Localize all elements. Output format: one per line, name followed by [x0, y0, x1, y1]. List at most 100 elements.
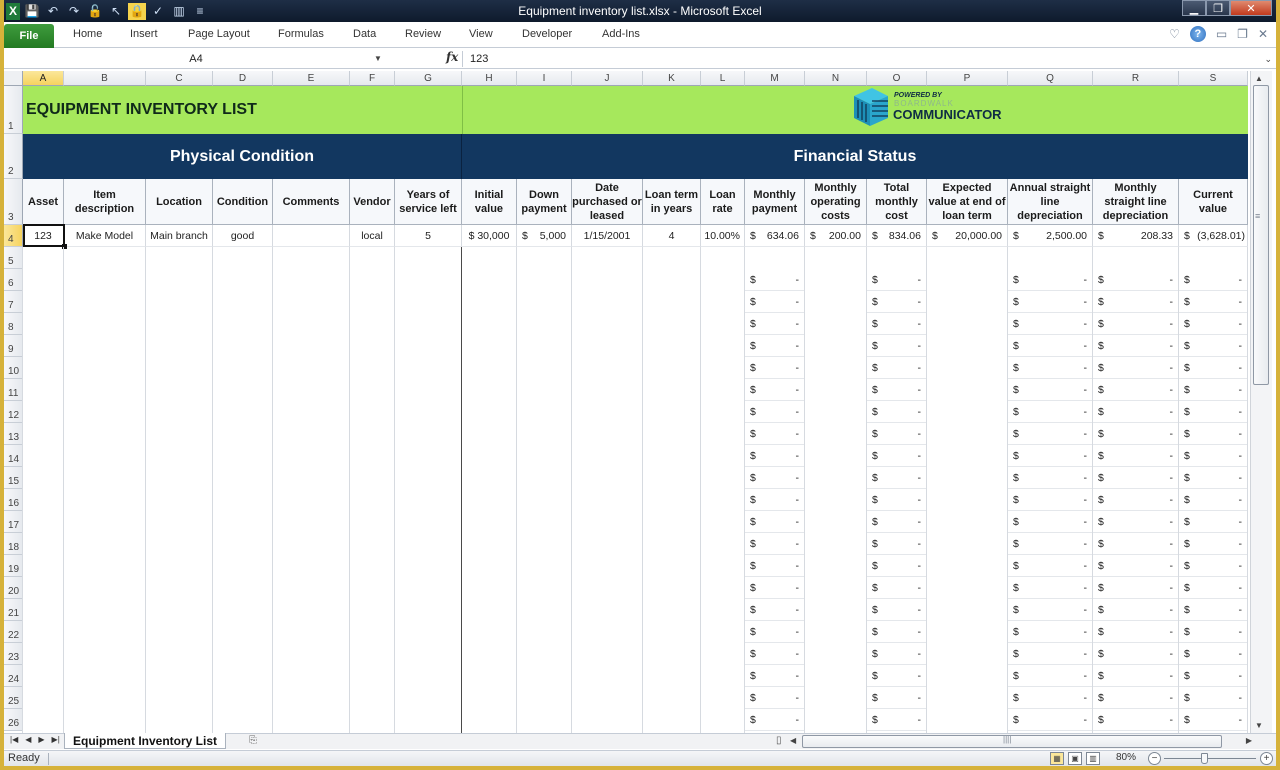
cell-r8[interactable]: $ -	[1093, 335, 1179, 357]
cell-s7[interactable]: $ -	[1179, 313, 1248, 335]
cell-current-value[interactable]: $ (3,628.01)	[1179, 225, 1248, 247]
worksheet-grid[interactable]: ABCDEFGHIJKLMNOPQRS 1 2 3 4 5 6 7 8 9 10 11 12 13 14 1…	[4, 71, 1248, 733]
column-header-a[interactable]: A	[23, 71, 64, 86]
cell-q25[interactable]: $ -	[1008, 709, 1093, 731]
cell-o14[interactable]: $ -	[867, 467, 927, 489]
sheet-tab-equipment-inventory-list[interactable]: Equipment Inventory List	[64, 733, 227, 749]
cell-q9[interactable]: $ -	[1008, 357, 1093, 379]
maximize-button[interactable]: ❐	[1206, 0, 1230, 16]
row-header-6[interactable]: 6	[4, 269, 23, 291]
cell-r6[interactable]: $ -	[1093, 291, 1179, 313]
cell-m15[interactable]: $ -	[745, 489, 805, 511]
row-header-25[interactable]: 25	[4, 687, 23, 709]
cell-r10[interactable]: $ -	[1093, 379, 1179, 401]
cell-s10[interactable]: $ -	[1179, 379, 1248, 401]
row-header-2[interactable]: 2	[4, 134, 23, 179]
cell-m20[interactable]: $ -	[745, 599, 805, 621]
cell-r24[interactable]: $ -	[1093, 687, 1179, 709]
row-header-19[interactable]: 19	[4, 555, 23, 577]
cell-r23[interactable]: $ -	[1093, 665, 1179, 687]
row-header-22[interactable]: 22	[4, 621, 23, 643]
cell-m6[interactable]: $ -	[745, 291, 805, 313]
cell-o19[interactable]: $ -	[867, 577, 927, 599]
cell-condition[interactable]: good	[213, 225, 273, 247]
tab-home[interactable]: Home	[73, 28, 102, 40]
row-header-3[interactable]: 3	[4, 179, 23, 225]
cell-s17[interactable]: $ -	[1179, 533, 1248, 555]
cell-o13[interactable]: $ -	[867, 445, 927, 467]
vertical-scroll-thumb[interactable]	[1253, 85, 1269, 385]
insert-function-icon[interactable]: fx	[446, 50, 458, 64]
column-header-g[interactable]: G	[395, 71, 462, 86]
row-header-9[interactable]: 9	[4, 335, 23, 357]
cell-m12[interactable]: $ -	[745, 423, 805, 445]
cell-s21[interactable]: $ -	[1179, 621, 1248, 643]
column-header-o[interactable]: O	[867, 71, 927, 86]
cell-o21[interactable]: $ -	[867, 621, 927, 643]
cell-r15[interactable]: $ -	[1093, 489, 1179, 511]
cell-o15[interactable]: $ -	[867, 489, 927, 511]
cell-years-of-service-left[interactable]: 5	[395, 225, 462, 247]
cell-q11[interactable]: $ -	[1008, 401, 1093, 423]
vertical-scrollbar[interactable]: ▲ ≡ ▼	[1250, 71, 1272, 733]
cell-m5[interactable]: $ -	[745, 269, 805, 291]
cell-r18[interactable]: $ -	[1093, 555, 1179, 577]
cell-s15[interactable]: $ -	[1179, 489, 1248, 511]
cell-location[interactable]: Main branch	[146, 225, 213, 247]
column-header-h[interactable]: H	[462, 71, 517, 86]
cell-o20[interactable]: $ -	[867, 599, 927, 621]
zoom-out-button[interactable]: −	[1148, 752, 1161, 765]
scroll-up-icon[interactable]: ▲	[1255, 74, 1263, 83]
cell-r14[interactable]: $ -	[1093, 467, 1179, 489]
cell-s25[interactable]: $ -	[1179, 709, 1248, 731]
cell-q7[interactable]: $ -	[1008, 313, 1093, 335]
cell-s9[interactable]: $ -	[1179, 357, 1248, 379]
cell-s11[interactable]: $ -	[1179, 401, 1248, 423]
cell-expected-value[interactable]: $20,000.00	[927, 225, 1008, 247]
cell-o6[interactable]: $ -	[867, 291, 927, 313]
tab-insert[interactable]: Insert	[130, 28, 158, 40]
row-header-15[interactable]: 15	[4, 467, 23, 489]
cell-s18[interactable]: $ -	[1179, 555, 1248, 577]
cell-vendor[interactable]: local	[350, 225, 395, 247]
formula-input[interactable]: 123	[470, 49, 488, 69]
tab-review[interactable]: Review	[405, 28, 441, 40]
zoom-level[interactable]: 80%	[1116, 752, 1136, 763]
cell-o22[interactable]: $ -	[867, 643, 927, 665]
cell-s19[interactable]: $ -	[1179, 577, 1248, 599]
cell-m22[interactable]: $ -	[745, 643, 805, 665]
insert-sheet-icon[interactable]: ⎘	[249, 735, 257, 746]
cell-monthly-dep[interactable]: $208.33	[1093, 225, 1179, 247]
workbook-minimize-icon[interactable]: ▭	[1216, 27, 1227, 41]
cell-r20[interactable]: $ -	[1093, 599, 1179, 621]
cell-q20[interactable]: $ -	[1008, 599, 1093, 621]
next-sheet-icon[interactable]: ▶	[38, 735, 44, 744]
split-handle[interactable]: ▯	[776, 735, 782, 746]
tab-page-layout[interactable]: Page Layout	[188, 28, 250, 40]
cell-m17[interactable]: $ -	[745, 533, 805, 555]
row-header-14[interactable]: 14	[4, 445, 23, 467]
column-header-p[interactable]: P	[927, 71, 1008, 86]
tab-developer[interactable]: Developer	[522, 28, 572, 40]
row-header-13[interactable]: 13	[4, 423, 23, 445]
minimize-ribbon-icon[interactable]: ♡	[1169, 27, 1180, 41]
cell-r5[interactable]: $ -	[1093, 269, 1179, 291]
scroll-left-icon[interactable]: ◀	[790, 736, 796, 745]
normal-view-icon[interactable]: ▦	[1050, 752, 1064, 765]
tab-file[interactable]: File	[4, 24, 54, 48]
tab-view[interactable]: View	[469, 28, 493, 40]
cell-o10[interactable]: $ -	[867, 379, 927, 401]
workbook-restore-icon[interactable]: ❐	[1237, 27, 1248, 41]
cell-m23[interactable]: $ -	[745, 665, 805, 687]
page-break-view-icon[interactable]: ▥	[1086, 752, 1100, 765]
tab-data[interactable]: Data	[353, 28, 376, 40]
cell-r9[interactable]: $ -	[1093, 357, 1179, 379]
cell-m10[interactable]: $ -	[745, 379, 805, 401]
zoom-slider-thumb[interactable]	[1201, 753, 1209, 764]
row-header-16[interactable]: 16	[4, 489, 23, 511]
cell-q24[interactable]: $ -	[1008, 687, 1093, 709]
cell-s8[interactable]: $ -	[1179, 335, 1248, 357]
cell-m11[interactable]: $ -	[745, 401, 805, 423]
cell-s14[interactable]: $ -	[1179, 467, 1248, 489]
first-sheet-icon[interactable]: |◀	[10, 735, 18, 744]
